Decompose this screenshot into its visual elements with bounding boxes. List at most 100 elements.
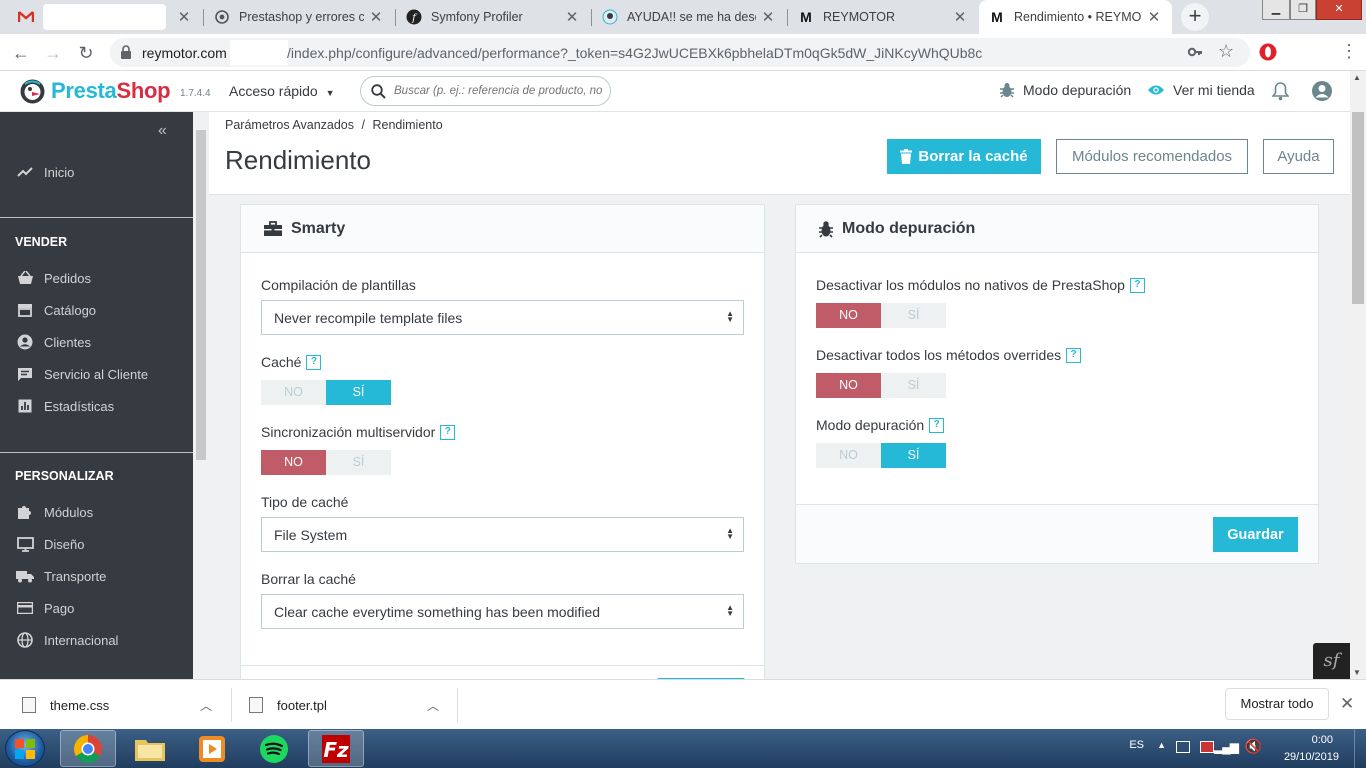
close-icon[interactable]: ✕	[1146, 8, 1162, 26]
sidebar-item-pago[interactable]: Pago	[0, 593, 193, 623]
volume-muted-icon[interactable]: 🔇	[1245, 738, 1262, 755]
url-field[interactable]: reymotor.com /index.php/configure/advanc…	[110, 38, 1250, 67]
switch-yes[interactable]: SÍ	[881, 373, 946, 398]
new-tab-button[interactable]: +	[1181, 3, 1209, 31]
disable-nonnative-switch[interactable]: NO SÍ	[816, 303, 946, 328]
search-input[interactable]	[394, 85, 609, 97]
taskbar-filezilla[interactable]: Fz	[308, 730, 364, 767]
admin-search[interactable]	[360, 76, 611, 106]
reload-button[interactable]: ↻	[75, 42, 97, 64]
disable-nonnative-label-text: Desactivar los módulos no nativos de Pre…	[816, 277, 1125, 293]
sidebar-item-diseno[interactable]: Diseño	[0, 529, 193, 559]
sidebar-item-inicio[interactable]: Inicio	[0, 157, 193, 187]
close-icon[interactable]: ✕	[564, 8, 580, 26]
tab-gmail[interactable]: ✕	[8, 0, 202, 34]
show-hidden-icons-icon[interactable]: ▲	[1157, 740, 1166, 750]
clock-time[interactable]: 0:00	[1312, 734, 1333, 746]
download-item-theme-css[interactable]: theme.css ︿	[22, 680, 222, 730]
minimize-button[interactable]: ▁	[1262, 0, 1290, 20]
switch-yes[interactable]: SÍ	[326, 380, 391, 405]
taskbar-explorer[interactable]	[122, 730, 178, 767]
clear-cache-button[interactable]: Borrar la caché	[887, 139, 1041, 174]
browser-menu-icon[interactable]: ⋮	[1340, 42, 1358, 60]
close-icon[interactable]: ✕	[368, 8, 384, 26]
help-icon[interactable]: ?	[440, 424, 456, 440]
breadcrumb-parent[interactable]: Parámetros Avanzados	[225, 118, 354, 132]
switch-yes[interactable]: SÍ	[326, 450, 391, 475]
network-signal-icon[interactable]: ▂▄▆	[1214, 740, 1239, 754]
switch-yes[interactable]: SÍ	[881, 443, 946, 468]
taskbar-media-player[interactable]	[184, 730, 240, 767]
show-desktop-button[interactable]	[1354, 729, 1366, 768]
recommended-modules-button[interactable]: Módulos recomendados	[1056, 139, 1248, 174]
switch-no[interactable]: NO	[261, 380, 326, 405]
language-indicator[interactable]: ES	[1129, 739, 1144, 751]
tab-ayuda[interactable]: AYUDA!! se me ha desco ✕	[592, 0, 786, 34]
symfony-toolbar-toggle-icon[interactable]: sf	[1313, 643, 1350, 679]
sidebar-item-estadisticas[interactable]: Estadísticas	[0, 391, 193, 421]
help-button[interactable]: Ayuda	[1263, 139, 1334, 174]
sidebar-item-modulos[interactable]: Módulos	[0, 497, 193, 527]
sidebar-item-catalogo[interactable]: Catálogo	[0, 295, 193, 325]
debug-mode-link[interactable]: Modo depuración	[999, 82, 1131, 98]
sidebar-scrollbar-thumb[interactable]	[196, 130, 206, 460]
clock-date[interactable]: 29/10/2019	[1284, 751, 1339, 763]
prestashop-logo[interactable]: PrestaShop	[20, 78, 171, 104]
admin-sidebar: « Inicio VENDER Pedidos Catálogo Cliente…	[0, 112, 193, 679]
action-center-flag-icon[interactable]	[1176, 741, 1190, 753]
show-all-downloads-button[interactable]: Mostrar todo	[1225, 688, 1329, 720]
sidebar-item-clientes[interactable]: Clientes	[0, 327, 193, 357]
debug-mode-switch[interactable]: NO SÍ	[816, 443, 946, 468]
maximize-button[interactable]: ❐	[1290, 0, 1316, 20]
user-avatar-icon[interactable]	[1311, 80, 1333, 102]
cache-switch[interactable]: NO SÍ	[261, 380, 391, 405]
notifications-bell-icon[interactable]	[1272, 82, 1289, 101]
save-button[interactable]: Guardar	[1213, 517, 1298, 552]
download-item-footer-tpl[interactable]: footer.tpl ︿	[249, 680, 449, 730]
start-button[interactable]	[5, 730, 45, 767]
close-icon[interactable]: ✕	[1340, 694, 1354, 714]
page-scrollbar-thumb[interactable]	[1352, 112, 1364, 304]
tab-reymotor[interactable]: M REYMOTOR ✕	[788, 0, 978, 34]
switch-no[interactable]: NO	[816, 303, 881, 328]
help-icon[interactable]: ?	[306, 354, 322, 370]
tab-prestashop-errores[interactable]: Prestashop y errores con ✕	[204, 0, 394, 34]
help-icon[interactable]: ?	[1066, 347, 1082, 363]
forward-button[interactable]: →	[42, 42, 64, 64]
chevron-up-icon[interactable]: ︿	[427, 697, 439, 714]
sidebar-item-servicio-cliente[interactable]: Servicio al Cliente	[0, 359, 193, 389]
globe-icon	[16, 631, 34, 649]
view-store-link[interactable]: Ver mi tienda	[1147, 82, 1255, 98]
sidebar-item-pedidos[interactable]: Pedidos	[0, 263, 193, 293]
help-icon[interactable]: ?	[1129, 277, 1145, 293]
tab-rendimiento[interactable]: M Rendimiento • REYMOTO ✕	[979, 0, 1172, 34]
chevron-up-icon[interactable]: ︿	[200, 697, 212, 714]
switch-yes[interactable]: SÍ	[881, 303, 946, 328]
close-icon[interactable]: ✕	[760, 8, 776, 26]
help-icon[interactable]: ?	[929, 417, 945, 433]
close-icon[interactable]: ✕	[952, 8, 968, 26]
star-icon[interactable]: ☆	[1218, 41, 1234, 62]
taskbar-spotify[interactable]	[246, 730, 302, 767]
key-icon[interactable]	[1187, 44, 1203, 60]
collapse-sidebar-icon[interactable]: «	[158, 122, 167, 140]
disable-overrides-switch[interactable]: NO SÍ	[816, 373, 946, 398]
multiserver-switch[interactable]: NO SÍ	[261, 450, 391, 475]
cache-type-select[interactable]: File System ▲ ▼	[261, 517, 744, 552]
sidebar-item-internacional[interactable]: Internacional	[0, 625, 193, 655]
tab-symfony-profiler[interactable]: f Symfony Profiler ✕	[396, 0, 590, 34]
switch-no[interactable]: NO	[816, 373, 881, 398]
switch-no[interactable]: NO	[816, 443, 881, 468]
taskbar-chrome[interactable]	[60, 730, 116, 767]
sidebar-item-transporte[interactable]: Transporte	[0, 561, 193, 591]
opera-extension-icon[interactable]	[1259, 43, 1277, 61]
template-compilation-select[interactable]: Never recompile template files ▲ ▼	[261, 300, 744, 335]
switch-no[interactable]: NO	[261, 450, 326, 475]
device-warning-icon[interactable]	[1200, 741, 1214, 753]
back-button[interactable]: ←	[10, 42, 32, 64]
quick-access-dropdown[interactable]: Acceso rápido ▼	[229, 83, 335, 99]
clear-cache-select[interactable]: Clear cache everytime something has been…	[261, 594, 744, 629]
quick-access-label: Acceso rápido	[229, 83, 318, 99]
window-close-button[interactable]: ✕	[1316, 0, 1362, 20]
close-icon[interactable]: ✕	[176, 8, 192, 26]
